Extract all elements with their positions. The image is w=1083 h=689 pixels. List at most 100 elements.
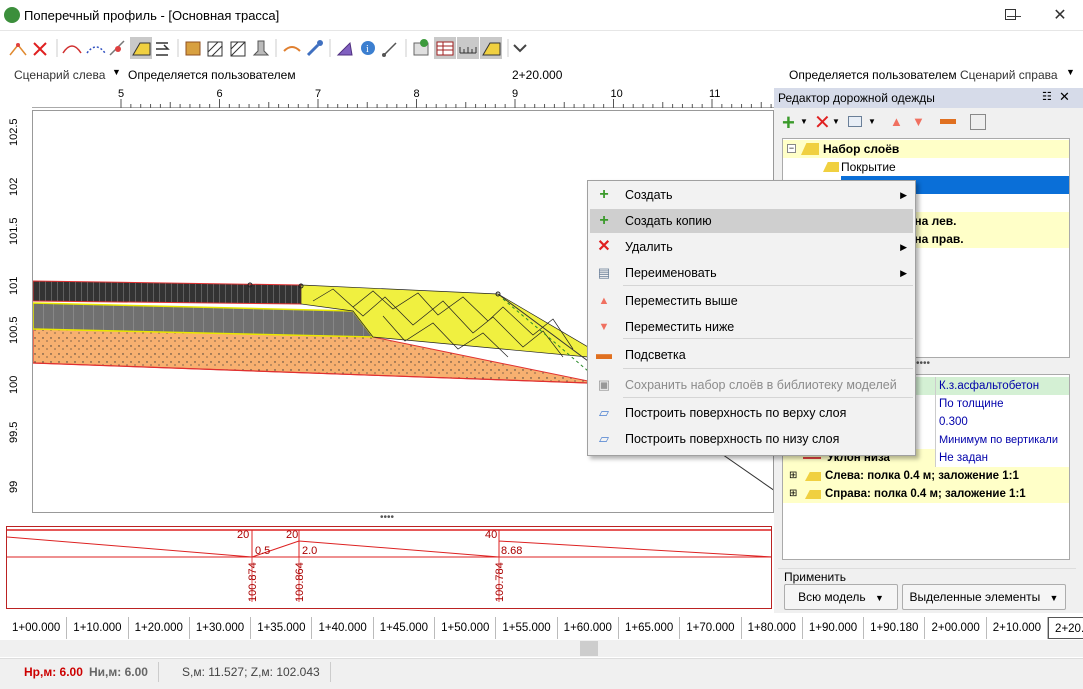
menu-item-7[interactable]: ▣ Сохранить набор слоёв в библиотеку моде…	[590, 373, 913, 397]
menu-item-label: Сохранить набор слоёв в библиотеку модел…	[625, 378, 897, 392]
chevron-down-icon[interactable]: ▼	[868, 117, 876, 126]
splitter-handle[interactable]: ••••	[0, 513, 774, 525]
ruler-h-label: 10	[610, 88, 623, 100]
station-tab[interactable]: 1+70.000	[680, 617, 742, 639]
menu-item-5[interactable]: ▼ Переместить ниже	[590, 315, 913, 339]
horizontal-scrollbar[interactable]	[0, 640, 1083, 657]
menu-item-6[interactable]: ▬ Подсветка	[590, 343, 913, 367]
station-tab[interactable]: 2+00.000	[925, 617, 987, 639]
property-value[interactable]: Минимум по вертикали	[935, 431, 1069, 449]
chevron-down-icon[interactable]: ▼	[800, 117, 808, 126]
apply-all-button[interactable]: Всю модель ▼	[784, 584, 898, 610]
scenario-bar: Сценарий слева ▼ Определяется пользовате…	[0, 64, 1083, 86]
title-bar: Поперечный профиль - [Основная трасса] —…	[0, 0, 1083, 31]
highlight-icon[interactable]	[940, 119, 956, 124]
insert-icon	[156, 42, 170, 56]
ruler-h-label: 6	[216, 88, 223, 100]
menu-item-label: Подсветка	[625, 348, 686, 362]
station-tab[interactable]: 1+40.000	[312, 617, 374, 639]
station-tab[interactable]: 1+60.000	[558, 617, 619, 639]
scenario-right-label[interactable]: Сценарий справа	[960, 68, 1058, 82]
chevron-down-icon[interactable]: ▼	[832, 117, 840, 126]
splitter-handle[interactable]: ••••	[916, 358, 930, 369]
station-tab[interactable]: 1+45.000	[374, 617, 436, 639]
ruler-v-label: 99.5	[8, 421, 20, 443]
profile-lines	[7, 529, 771, 602]
profile-top-number: 20	[237, 529, 250, 541]
apply-group: Применить Всю модель ▼ Выделенные элемен…	[778, 568, 1076, 612]
property-value[interactable]: Не задан	[935, 449, 1069, 467]
chevron-down-icon[interactable]: ▼	[1066, 67, 1075, 77]
station-tab[interactable]: 2+10.000	[987, 617, 1049, 639]
station-tab[interactable]: 1+80.000	[742, 617, 803, 639]
menu-item-9[interactable]: ▱ Построить поверхность по низу слоя	[590, 427, 913, 451]
delete-icon[interactable]: ✕	[814, 110, 831, 135]
menu-item-4[interactable]: ▲ Переместить выше	[590, 289, 913, 313]
close-button[interactable]: ✕	[1037, 0, 1083, 31]
ruler-v-label: 100	[8, 375, 20, 394]
menu-item-2[interactable]: ✕ Удалить ▶	[590, 235, 913, 259]
apply-selected-button[interactable]: Выделенные элементы ▼	[902, 584, 1066, 610]
settings-icon	[413, 39, 429, 56]
station-tab[interactable]: 1+90.180	[864, 617, 926, 639]
panel-toolbar: + ▼ ✕ ▼ ▼ ▲ ▼	[778, 110, 1078, 136]
property-value[interactable]: 0.300	[935, 413, 1069, 431]
station-tab[interactable]: 1+30.000	[190, 617, 252, 639]
tree-item[interactable]: − Набор слоёв	[783, 140, 1069, 158]
plus-icon: +	[599, 212, 609, 229]
arc-icon	[62, 45, 82, 54]
station-tab[interactable]: 1+50.000	[435, 617, 497, 639]
apply-selected-label: Выделенные элементы	[909, 590, 1041, 604]
profile-bottom-number: 0.5	[255, 545, 271, 557]
menu-separator	[623, 285, 913, 286]
station-tab[interactable]: 1+55.000	[496, 617, 558, 639]
property-name: Слева: полка 0.4 м; заложение 1:1	[825, 470, 1019, 482]
ruler-h-label: 9	[512, 88, 519, 100]
property-value[interactable]: К.з.асфальтобетон	[935, 377, 1069, 395]
tree-item-label: Покрытие	[841, 160, 896, 174]
delete-icon: ✕	[597, 238, 611, 255]
station-tab[interactable]: 2+20.000	[1048, 617, 1083, 639]
expand-icon[interactable]: ⊞	[789, 467, 797, 485]
add-icon[interactable]: +	[782, 110, 795, 136]
scenario-left-label[interactable]: Сценарий слева	[14, 68, 105, 82]
panel-title: Редактор дорожной одежды	[778, 91, 935, 105]
menu-item-0[interactable]: + Создать ▶	[590, 183, 913, 207]
ruler-v-label: 101	[8, 276, 20, 295]
station-tab[interactable]: 1+35.000	[251, 617, 313, 639]
scrollbar-thumb[interactable]	[580, 641, 598, 656]
chevron-down-icon[interactable]: ▼	[112, 67, 121, 77]
measure-icon	[382, 42, 397, 57]
property-row[interactable]: ⊞ Слева: полка 0.4 м; заложение 1:1	[783, 467, 1069, 485]
menu-item-8[interactable]: ▱ Построить поверхность по верху слоя	[590, 401, 913, 425]
property-value[interactable]: По толщине	[935, 395, 1069, 413]
status-hi: Hи,м: 6.00	[89, 665, 148, 679]
ruler-v-label: 102	[8, 177, 20, 196]
toolbar-icons: i	[9, 37, 527, 59]
station-tab[interactable]: 1+20.000	[129, 617, 190, 639]
svg-text:i: i	[366, 44, 369, 55]
collapse-icon[interactable]: −	[787, 144, 796, 153]
tool-icon	[306, 40, 323, 57]
station-tab[interactable]: 1+10.000	[67, 617, 129, 639]
pin-icon	[252, 40, 270, 56]
close-icon[interactable]: ✕	[1059, 89, 1070, 105]
station-tab[interactable]: 1+00.000	[6, 617, 68, 639]
property-row[interactable]: ⊞ Справа: полка 0.4 м; заложение 1:1	[783, 485, 1069, 503]
menu-item-3[interactable]: ▤ Переименовать ▶	[590, 261, 913, 285]
expand-icon[interactable]: ⊞	[789, 485, 797, 503]
chevron-down-icon: ▼	[874, 593, 884, 603]
station-tab[interactable]: 1+65.000	[619, 617, 681, 639]
rename-icon[interactable]	[848, 116, 862, 127]
save-library-icon[interactable]	[970, 114, 986, 130]
slope-line-icon	[803, 457, 821, 459]
pin-icon[interactable]: ☷	[1042, 90, 1052, 103]
table-icon	[436, 41, 454, 56]
tree-item[interactable]: Покрытие	[783, 158, 1069, 176]
menu-item-label: Создать копию	[625, 214, 712, 228]
arrow-up-icon[interactable]: ▲	[890, 114, 903, 129]
scenario-left-value: Определяется пользователем	[128, 68, 296, 82]
menu-item-1[interactable]: + Создать копию	[590, 209, 913, 233]
station-tab[interactable]: 1+90.000	[803, 617, 865, 639]
arrow-down-icon[interactable]: ▼	[912, 114, 925, 129]
